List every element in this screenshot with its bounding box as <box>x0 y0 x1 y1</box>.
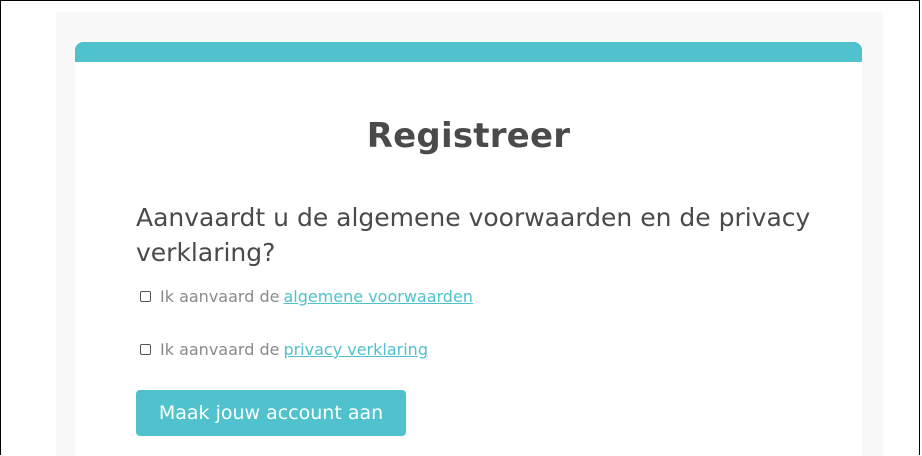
page-title: Registreer <box>366 116 571 156</box>
card-accent-bar <box>75 42 862 62</box>
terms-link[interactable]: algemene voorwaarden <box>283 287 473 306</box>
privacy-checkbox-row[interactable]: Ik aanvaard de privacy verklaring <box>140 340 428 359</box>
privacy-checkbox[interactable] <box>140 344 151 355</box>
terms-checkbox-row[interactable]: Ik aanvaard de algemene voorwaarden <box>140 287 473 306</box>
terms-question: Aanvaardt u de algemene voorwaarden en d… <box>136 203 811 267</box>
terms-checkbox-label: Ik aanvaard de <box>160 287 280 306</box>
create-account-button[interactable]: Maak jouw account aan <box>136 390 406 436</box>
privacy-checkbox-label: Ik aanvaard de <box>160 340 280 359</box>
registration-card: Registreer Aanvaardt u de algemene voorw… <box>75 42 862 456</box>
privacy-link[interactable]: privacy verklaring <box>283 340 428 359</box>
terms-checkbox[interactable] <box>140 291 151 302</box>
